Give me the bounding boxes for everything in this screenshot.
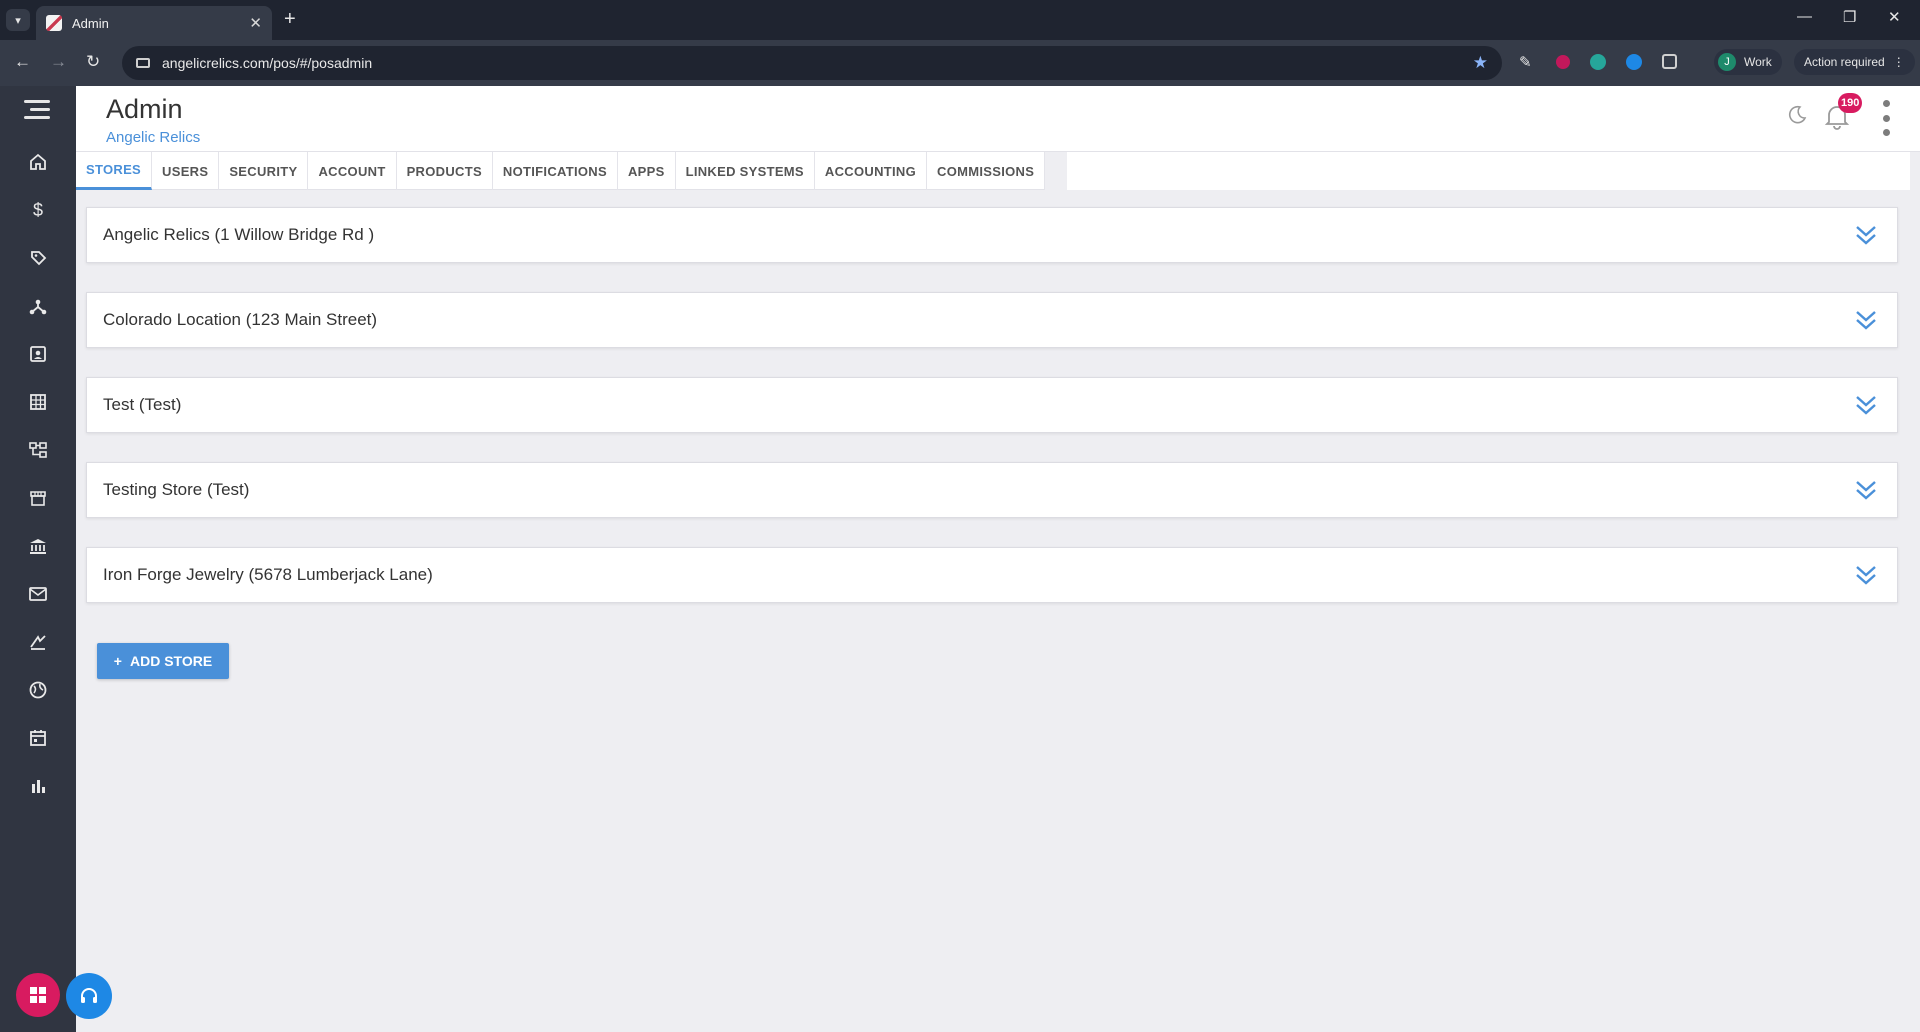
- minimize-icon[interactable]: —: [1797, 8, 1812, 25]
- restore-icon[interactable]: ❐: [1843, 8, 1856, 26]
- plus-icon: +: [113, 653, 122, 669]
- home-icon[interactable]: [26, 150, 50, 174]
- tab-security[interactable]: SECURITY: [219, 152, 309, 190]
- profile-chip[interactable]: J Work: [1714, 49, 1782, 75]
- profile-avatar: J: [1718, 53, 1736, 71]
- tabs-background: [1067, 152, 1910, 190]
- blue-extension-icon[interactable]: [1626, 54, 1642, 70]
- store-name: Test (Test): [103, 395, 182, 414]
- support-headset-button[interactable]: [66, 973, 112, 1019]
- tab-commissions[interactable]: COMMISSIONS: [927, 152, 1046, 190]
- store-name: Colorado Location (123 Main Street): [103, 310, 378, 329]
- globe-icon[interactable]: [26, 678, 50, 702]
- store-name: Testing Store (Test): [103, 480, 250, 499]
- browser-menu-icon[interactable]: ⋮: [1893, 55, 1905, 69]
- expand-chevron-icon[interactable]: [1851, 305, 1881, 335]
- dark-mode-moon-icon[interactable]: [1786, 104, 1808, 126]
- browser-toolbar: ← → ↻ angelicrelics.com/pos/#/posadmin ★…: [0, 40, 1920, 86]
- admin-tabs: STORES USERS SECURITY ACCOUNT PRODUCTS N…: [76, 152, 1046, 190]
- store-name: Angelic Relics (1 Willow Bridge Rd ): [103, 225, 375, 244]
- expand-chevron-icon[interactable]: [1851, 220, 1881, 250]
- browser-tabbar: ▾ Admin ✕ + — ❐ ✕: [0, 0, 1920, 40]
- store-panel[interactable]: Testing Store (Test): [86, 462, 1898, 518]
- expand-chevron-icon[interactable]: [1851, 390, 1881, 420]
- tab-products[interactable]: PRODUCTS: [397, 152, 493, 190]
- reload-icon[interactable]: ↻: [86, 52, 100, 72]
- mail-icon[interactable]: [26, 582, 50, 606]
- address-bar[interactable]: angelicrelics.com/pos/#/posadmin ★: [122, 46, 1502, 80]
- close-tab-icon[interactable]: ✕: [249, 14, 262, 32]
- close-window-icon[interactable]: ✕: [1888, 8, 1901, 26]
- tab-stores[interactable]: STORES: [76, 152, 153, 190]
- browser-tab[interactable]: Admin ✕: [36, 6, 272, 40]
- store-panel[interactable]: Iron Forge Jewelry (5678 Lumberjack Lane…: [86, 547, 1898, 603]
- url-text: angelicrelics.com/pos/#/posadmin: [162, 55, 373, 71]
- more-options-icon[interactable]: [1882, 100, 1890, 136]
- site-info-icon[interactable]: [136, 58, 150, 68]
- building-icon[interactable]: [26, 390, 50, 414]
- forward-icon[interactable]: →: [50, 52, 67, 72]
- promotions-icon[interactable]: [26, 630, 50, 654]
- store-panel[interactable]: Colorado Location (123 Main Street): [86, 292, 1898, 348]
- tab-account[interactable]: ACCOUNT: [308, 152, 397, 190]
- page-title: Admin: [106, 94, 183, 124]
- action-required-chip[interactable]: Action required ⋮: [1794, 49, 1915, 75]
- tab-linked-systems[interactable]: LINKED SYSTEMS: [676, 152, 815, 190]
- tab-apps[interactable]: APPS: [618, 152, 676, 190]
- teal-extension-icon[interactable]: [1590, 54, 1606, 70]
- store-icon[interactable]: [26, 486, 50, 510]
- browser-tab-title: Admin: [72, 15, 109, 31]
- pen-extension-icon[interactable]: ✎: [1519, 53, 1537, 71]
- add-store-button[interactable]: + ADD STORE: [97, 643, 229, 679]
- app-sidebar: $: [0, 86, 112, 1032]
- hamburger-menu-icon[interactable]: [24, 100, 50, 120]
- bank-icon[interactable]: [26, 534, 50, 558]
- store-panel[interactable]: Angelic Relics (1 Willow Bridge Rd ): [86, 207, 1898, 263]
- calendar-icon[interactable]: [26, 726, 50, 750]
- favicon-icon: [46, 15, 62, 31]
- apps-grid-button[interactable]: [16, 973, 60, 1017]
- add-store-label: ADD STORE: [129, 653, 213, 669]
- tab-accounting[interactable]: ACCOUNTING: [815, 152, 928, 190]
- page-header: Admin Angelic Relics 190: [76, 86, 1920, 152]
- network-icon[interactable]: [26, 294, 50, 318]
- reports-icon[interactable]: [26, 774, 50, 798]
- back-icon[interactable]: ←: [14, 52, 31, 72]
- contacts-icon[interactable]: [26, 342, 50, 366]
- tab-users[interactable]: USERS: [152, 152, 220, 190]
- store-panel[interactable]: Test (Test): [86, 377, 1898, 433]
- red-extension-icon[interactable]: [1556, 55, 1570, 69]
- page-subtitle[interactable]: Angelic Relics: [106, 129, 200, 146]
- extensions-puzzle-icon[interactable]: [1662, 54, 1677, 69]
- dollar-icon[interactable]: $: [26, 198, 50, 222]
- expand-chevron-icon[interactable]: [1851, 475, 1881, 505]
- new-tab-icon[interactable]: +: [284, 8, 296, 31]
- notification-count-badge: 190: [1838, 93, 1863, 113]
- tab-list-button[interactable]: ▾: [6, 9, 30, 31]
- tab-notifications[interactable]: NOTIFICATIONS: [493, 152, 618, 190]
- hierarchy-icon[interactable]: [26, 438, 50, 462]
- expand-chevron-icon[interactable]: [1851, 560, 1881, 590]
- store-name: Iron Forge Jewelry (5678 Lumberjack Lane…: [103, 565, 433, 584]
- action-required-label: Action required: [1804, 55, 1885, 69]
- bookmark-star-icon[interactable]: ★: [1473, 53, 1488, 73]
- tag-icon[interactable]: [26, 246, 50, 270]
- profile-label: Work: [1744, 55, 1772, 69]
